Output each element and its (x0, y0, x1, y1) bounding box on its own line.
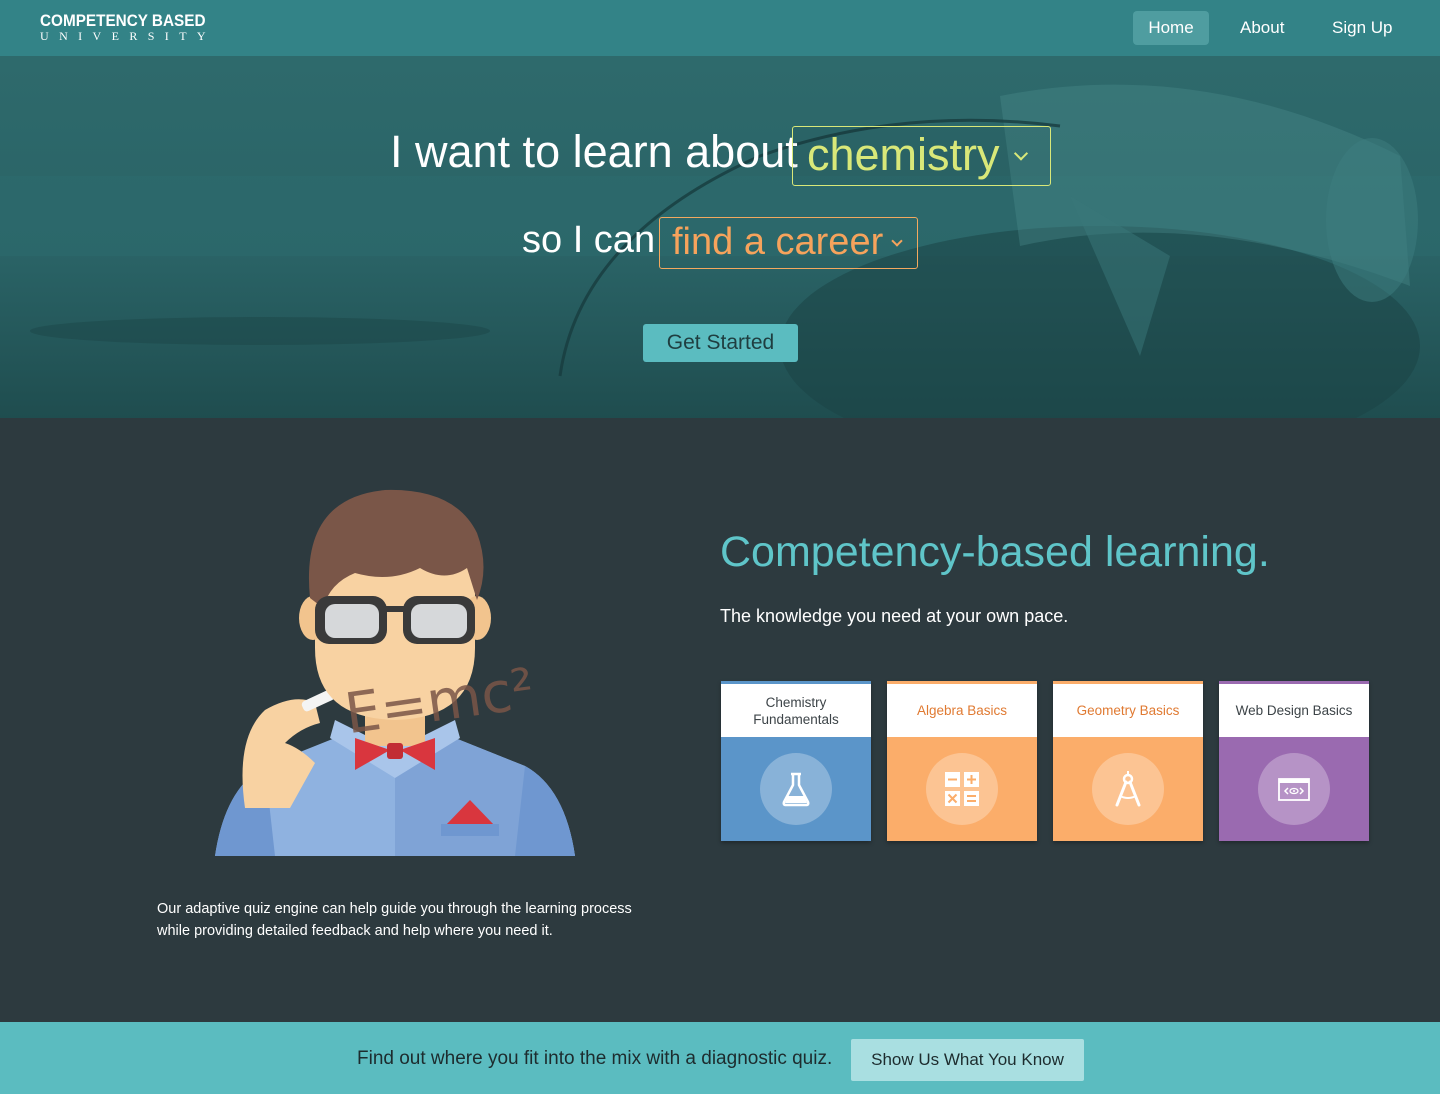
course-card-title: Web Design Basics (1219, 681, 1369, 737)
hero-prompt-line2: so I can (522, 219, 656, 261)
nav-about-link[interactable]: About (1224, 11, 1300, 45)
section-headline: Competency-based learning. (720, 528, 1270, 576)
course-card-title: Chemistry Fundamentals (721, 681, 871, 737)
calculator-icon (945, 772, 979, 806)
features-section: E=mc² Our adaptive quiz engine can help … (0, 418, 1440, 1022)
diagnostic-quiz-banner: Find out where you fit into the mix with… (0, 1022, 1440, 1094)
subject-select-value: chemistry (807, 129, 1000, 180)
flask-icon (782, 772, 810, 807)
goal-select-value: find a career (672, 221, 884, 263)
chevron-down-icon (1013, 146, 1029, 161)
course-card-web-design[interactable]: Web Design Basics (1219, 681, 1369, 841)
show-us-what-you-know-button[interactable]: Show Us What You Know (851, 1039, 1084, 1081)
course-card-algebra[interactable]: Algebra Basics (887, 681, 1037, 841)
nav-signup-link[interactable]: Sign Up (1316, 11, 1408, 45)
quiz-engine-description: Our adaptive quiz engine can help guide … (157, 901, 632, 939)
logo[interactable]: COMPETENCY BASED UNIVERSITY (40, 11, 210, 44)
top-navbar: COMPETENCY BASED UNIVERSITY Home About S… (0, 0, 1440, 56)
logo-title: COMPETENCY BASED (40, 11, 206, 30)
goal-select[interactable]: find a career (659, 217, 918, 269)
student-mascot-illustration: E=mc² (215, 489, 575, 856)
compass-icon (1115, 771, 1141, 807)
logo-subtitle: UNIVERSITY (40, 29, 216, 43)
nav-home-link[interactable]: Home (1133, 11, 1209, 45)
browser-code-icon (1278, 778, 1310, 801)
course-card-geometry[interactable]: Geometry Basics (1053, 681, 1203, 841)
hero-section: I want to learn about chemistry so I can… (0, 56, 1440, 418)
course-card-title: Algebra Basics (887, 681, 1037, 737)
get-started-button[interactable]: Get Started (643, 324, 798, 362)
section-tagline: The knowledge you need at your own pace. (720, 606, 1069, 626)
course-card-chemistry[interactable]: Chemistry Fundamentals (721, 681, 871, 841)
subject-select[interactable]: chemistry (792, 126, 1051, 186)
hero-prompt-line1: I want to learn about (390, 126, 798, 177)
course-card-title: Geometry Basics (1053, 681, 1203, 737)
chevron-down-icon (891, 235, 903, 247)
diagnostic-quiz-text: Find out where you fit into the mix with… (357, 1048, 833, 1069)
